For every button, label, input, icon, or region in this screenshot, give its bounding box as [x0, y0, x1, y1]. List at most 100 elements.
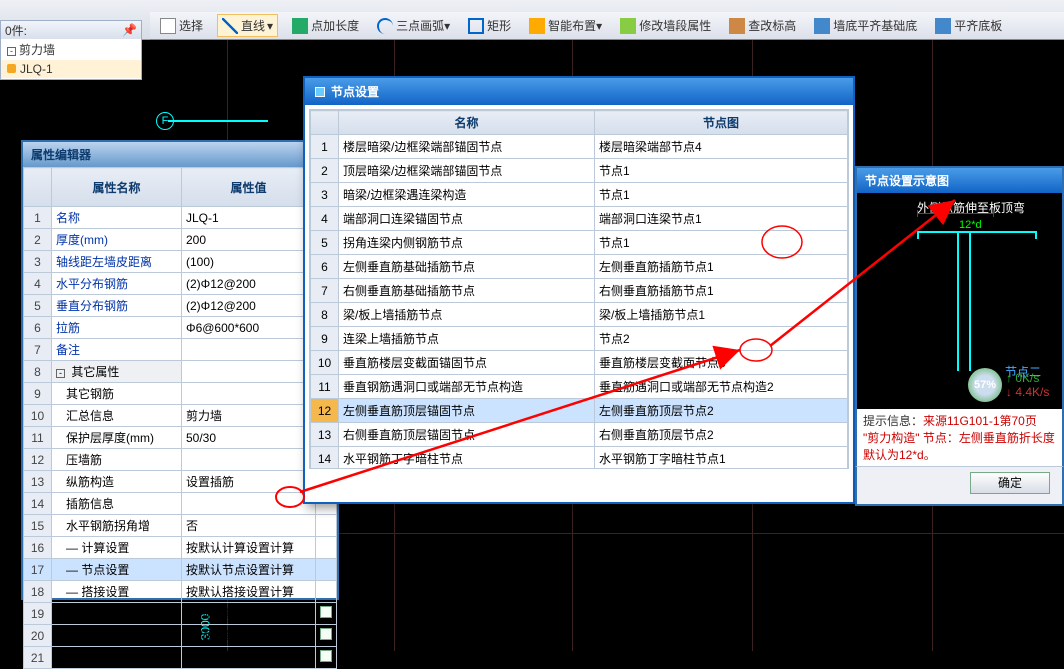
node-row[interactable]: 5拐角连梁内侧钢筋节点节点1: [311, 231, 848, 255]
node-row[interactable]: 2顶层暗梁/边框梁端部锚固节点节点1: [311, 159, 848, 183]
checkbox[interactable]: [320, 606, 332, 618]
property-extra[interactable]: [315, 515, 336, 537]
property-row[interactable]: 13纵筋构造设置插筋: [24, 471, 337, 493]
property-row[interactable]: 15水平钢筋拐角增否: [24, 515, 337, 537]
property-row[interactable]: 6拉筋Φ6@600*600: [24, 317, 337, 339]
node-row[interactable]: 11垂直钢筋遇洞口或端部无节点构造垂直筋遇洞口或端部无节点构造2: [311, 375, 848, 399]
node-diagram-cell[interactable]: 楼层暗梁端部节点4: [595, 135, 848, 159]
node-diagram-cell[interactable]: 梁/板上墙插筋节点1: [595, 303, 848, 327]
property-value[interactable]: 按默认计算设置计算: [182, 537, 316, 559]
node-name-cell[interactable]: 拐角连梁内侧钢筋节点: [339, 231, 595, 255]
node-diagram-cell[interactable]: 端部洞口连梁节点1: [595, 207, 848, 231]
node-diagram-cell[interactable]: 垂直筋楼层变截面节点3: [595, 351, 848, 375]
check-elevation-tool[interactable]: 查改标高: [725, 15, 800, 36]
property-value[interactable]: 层顶标高: [182, 625, 316, 647]
property-value[interactable]: [182, 339, 316, 361]
node-diagram-cell[interactable]: 右侧垂直筋顶层节点2: [595, 423, 848, 447]
node-name-cell[interactable]: 连梁上墙插筋节点: [339, 327, 595, 351]
property-row[interactable]: 8- 其它属性: [24, 361, 337, 383]
node-name-cell[interactable]: 左侧垂直筋顶层锚固节点: [339, 399, 595, 423]
node-diagram-cell[interactable]: 节点1: [595, 231, 848, 255]
node-diagram-cell[interactable]: 节点1: [595, 183, 848, 207]
node-name-cell[interactable]: 楼层暗梁/边框梁端部锚固节点: [339, 135, 595, 159]
node-name-cell[interactable]: 暗梁/边框梁遇连梁构造: [339, 183, 595, 207]
property-row[interactable]: 19起点顶标高(m)层顶标高: [24, 603, 337, 625]
rect-tool[interactable]: 矩形: [464, 15, 515, 36]
property-row[interactable]: 17— 节点设置按默认节点设置计算: [24, 559, 337, 581]
property-extra[interactable]: [315, 625, 336, 647]
property-row[interactable]: 1名称JLQ-1: [24, 207, 337, 229]
node-row[interactable]: 7右侧垂直筋基础插筋节点右侧垂直筋插筋节点1: [311, 279, 848, 303]
smart-layout-tool[interactable]: 智能布置▾: [525, 15, 606, 36]
node-row[interactable]: 14水平钢筋丁字暗柱节点水平钢筋丁字暗柱节点1: [311, 447, 848, 470]
property-value[interactable]: 50/30: [182, 427, 316, 449]
property-row[interactable]: 2厚度(mm)200: [24, 229, 337, 251]
property-extra[interactable]: [315, 647, 336, 669]
property-extra[interactable]: [315, 603, 336, 625]
property-value[interactable]: [182, 449, 316, 471]
node-name-cell[interactable]: 顶层暗梁/边框梁端部锚固节点: [339, 159, 595, 183]
modify-wall-tool[interactable]: 修改墙段属性: [616, 15, 715, 36]
property-value[interactable]: Φ6@600*600: [182, 317, 316, 339]
property-extra[interactable]: [315, 581, 336, 603]
node-name-cell[interactable]: 垂直钢筋遇洞口或端部无节点构造: [339, 375, 595, 399]
property-value[interactable]: 按默认搭接设置计算: [182, 581, 316, 603]
node-diagram-cell[interactable]: 垂直筋遇洞口或端部无节点构造2: [595, 375, 848, 399]
property-row[interactable]: 7备注: [24, 339, 337, 361]
node-row[interactable]: 8梁/板上墙插筋节点梁/板上墙插筋节点1: [311, 303, 848, 327]
property-extra[interactable]: [315, 537, 336, 559]
tree-root[interactable]: -剪力墙: [1, 39, 141, 60]
property-row[interactable]: 21起点底标高(m)层底标高: [24, 647, 337, 669]
property-row[interactable]: 14插筋信息: [24, 493, 337, 515]
pin-icon[interactable]: 📌: [122, 23, 137, 37]
tree-item-jlq1[interactable]: JLQ-1: [1, 60, 141, 78]
property-row[interactable]: 10汇总信息剪力墙: [24, 405, 337, 427]
ok-button[interactable]: 确定: [970, 472, 1050, 494]
node-name-cell[interactable]: 右侧垂直筋基础插筋节点: [339, 279, 595, 303]
node-diagram-cell[interactable]: 左侧垂直筋顶层节点2: [595, 399, 848, 423]
property-value[interactable]: 200: [182, 229, 316, 251]
node-diagram-cell[interactable]: 节点2: [595, 327, 848, 351]
node-row[interactable]: 9连梁上墙插筋节点节点2: [311, 327, 848, 351]
property-value[interactable]: (2)Φ12@200: [182, 295, 316, 317]
property-row[interactable]: 5垂直分布钢筋(2)Φ12@200: [24, 295, 337, 317]
node-name-cell[interactable]: 梁/板上墙插筋节点: [339, 303, 595, 327]
property-row[interactable]: 16— 计算设置按默认计算设置计算: [24, 537, 337, 559]
property-row[interactable]: 11保护层厚度(mm)50/30: [24, 427, 337, 449]
node-row[interactable]: 13右侧垂直筋顶层锚固节点右侧垂直筋顶层节点2: [311, 423, 848, 447]
node-row[interactable]: 10垂直筋楼层变截面锚固节点垂直筋楼层变截面节点3: [311, 351, 848, 375]
line-tool[interactable]: 直线▾: [217, 14, 278, 37]
node-name-cell[interactable]: 垂直筋楼层变截面锚固节点: [339, 351, 595, 375]
property-value[interactable]: [182, 493, 316, 515]
property-extra[interactable]: [315, 559, 336, 581]
property-value[interactable]: 设置插筋: [182, 471, 316, 493]
property-value[interactable]: 否: [182, 515, 316, 537]
node-diagram-cell[interactable]: 节点1: [595, 159, 848, 183]
property-value[interactable]: 按默认节点设置计算: [182, 559, 316, 581]
select-tool[interactable]: 选择: [156, 15, 207, 36]
node-name-cell[interactable]: 端部洞口连梁锚固节点: [339, 207, 595, 231]
wall-align-tool[interactable]: 墙底平齐基础底: [810, 15, 921, 36]
node-diagram-cell[interactable]: 右侧垂直筋插筋节点1: [595, 279, 848, 303]
property-row[interactable]: 12压墙筋: [24, 449, 337, 471]
property-row[interactable]: 20终点顶标高(m)层顶标高: [24, 625, 337, 647]
collapse-icon[interactable]: -: [7, 47, 16, 56]
property-value[interactable]: (100): [182, 251, 316, 273]
property-value[interactable]: (2)Φ12@200: [182, 273, 316, 295]
node-row[interactable]: 4端部洞口连梁锚固节点端部洞口连梁节点1: [311, 207, 848, 231]
checkbox[interactable]: [320, 650, 332, 662]
dialog-title-bar[interactable]: 节点设置: [305, 78, 853, 105]
property-value[interactable]: 剪力墙: [182, 405, 316, 427]
property-value[interactable]: 层底标高: [182, 647, 316, 669]
property-value[interactable]: JLQ-1: [182, 207, 316, 229]
property-row[interactable]: 4水平分布钢筋(2)Φ12@200: [24, 273, 337, 295]
three-point-arc-tool[interactable]: 三点画弧▾: [373, 15, 454, 36]
property-value[interactable]: [182, 383, 316, 405]
node-diagram-cell[interactable]: 左侧垂直筋插筋节点1: [595, 255, 848, 279]
checkbox[interactable]: [320, 628, 332, 640]
align-base-tool[interactable]: 平齐底板: [931, 15, 1006, 36]
dialog-table-scroll[interactable]: 名称 节点图 1楼层暗梁/边框梁端部锚固节点楼层暗梁端部节点42顶层暗梁/边框梁…: [309, 109, 849, 469]
node-name-cell[interactable]: 左侧垂直筋基础插筋节点: [339, 255, 595, 279]
node-row[interactable]: 1楼层暗梁/边框梁端部锚固节点楼层暗梁端部节点4: [311, 135, 848, 159]
point-length-tool[interactable]: 点加长度: [288, 15, 363, 36]
